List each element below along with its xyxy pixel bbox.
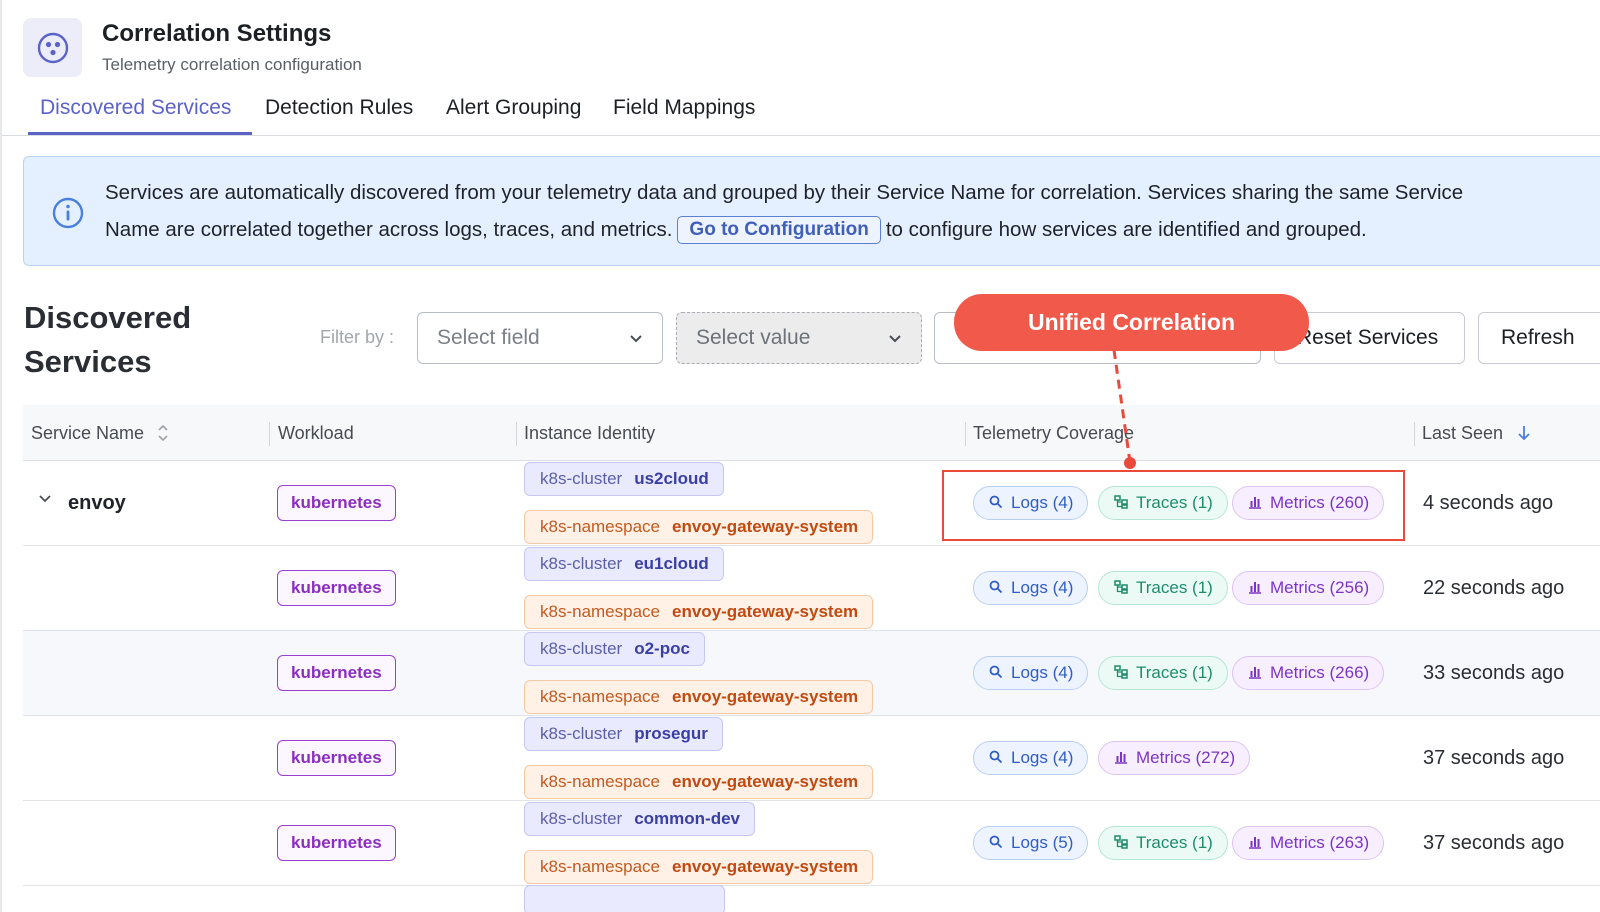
last-seen-value: 4 seconds ago	[1423, 492, 1554, 514]
tab-field-mappings[interactable]: Field Mappings	[613, 96, 755, 120]
info-banner: Services are automatically discovered fr…	[23, 156, 1600, 266]
last-seen-value: 37 seconds ago	[1423, 747, 1565, 769]
column-divider	[1414, 422, 1415, 446]
go-to-configuration-button[interactable]: Go to Configuration	[677, 216, 881, 244]
logs-chip[interactable]: Logs (4)	[973, 571, 1089, 605]
search-icon	[989, 750, 1003, 764]
info-icon	[51, 196, 85, 235]
page-title: Correlation Settings	[102, 20, 332, 47]
banner-text-before: Name are correlated together across logs…	[105, 218, 673, 241]
page: Correlation Settings Telemetry correlati…	[0, 0, 1600, 912]
sort-descending-icon	[1518, 426, 1530, 441]
chevron-down-icon[interactable]	[37, 491, 53, 507]
tab-alert-grouping[interactable]: Alert Grouping	[446, 96, 581, 120]
chevron-down-icon	[630, 335, 642, 343]
select-field-dropdown[interactable]: Select field	[417, 312, 663, 364]
last-seen-value: 22 seconds ago	[1423, 577, 1565, 599]
active-tab-indicator	[28, 132, 252, 135]
cluster-tag: k8s-cluster prosegur	[524, 717, 723, 751]
table-row[interactable]: kubernetes k8s-cluster eu1cloud k8s-names…	[23, 546, 1600, 631]
select-value-placeholder: Select value	[696, 326, 811, 349]
section-title: Discovered Services	[24, 300, 192, 379]
correlation-icon	[23, 18, 82, 77]
tab-detection-rules[interactable]: Detection Rules	[265, 96, 413, 120]
metrics-chip[interactable]: Metrics (266)	[1232, 656, 1385, 690]
column-header-service-name[interactable]: Service Name	[31, 423, 169, 444]
traces-icon	[1114, 835, 1128, 849]
traces-chip[interactable]: Traces (1)	[1098, 826, 1228, 860]
last-seen-value: 37 seconds ago	[1423, 832, 1565, 854]
tab-bar: Discovered Services Detection Rules Aler…	[2, 92, 1600, 136]
column-header-telemetry-coverage: Telemetry Coverage	[973, 423, 1135, 443]
traces-chip[interactable]: Traces (1)	[1098, 571, 1228, 605]
search-icon	[989, 665, 1003, 679]
banner-text-after: to configure how services are identified…	[885, 218, 1367, 241]
column-header-instance-identity: Instance Identity	[524, 423, 656, 443]
column-divider	[269, 422, 270, 446]
column-header-workload: Workload	[278, 423, 354, 443]
workload-badge: kubernetes	[277, 485, 396, 521]
workload-badge: kubernetes	[277, 740, 396, 776]
table-header: Service Name Workload Instance Identity …	[23, 405, 1600, 461]
select-value-dropdown[interactable]: Select value	[676, 312, 922, 364]
cluster-tag: k8s-cluster o2-poc	[524, 632, 705, 666]
cluster-tag: k8s-cluster common-dev	[524, 802, 755, 836]
namespace-tag: k8s-namespace envoy-gateway-system	[524, 510, 874, 544]
refresh-button[interactable]: Refresh	[1478, 312, 1600, 364]
metrics-chip[interactable]: Metrics (256)	[1232, 571, 1385, 605]
telemetry-coverage-highlight	[942, 470, 1405, 541]
namespace-tag: k8s-namespace envoy-gateway-system	[524, 680, 874, 714]
traces-chip[interactable]: Traces (1)	[1098, 656, 1228, 690]
table-row[interactable]: kubernetes k8s-cluster common-dev k8s-nam…	[23, 801, 1600, 886]
chevron-down-icon	[889, 335, 901, 343]
workload-badge: kubernetes	[277, 825, 396, 861]
select-field-placeholder: Select field	[437, 326, 540, 349]
metrics-chip[interactable]: Metrics (272)	[1098, 741, 1251, 775]
banner-text-line-2: Name are correlated together across logs…	[105, 216, 1367, 244]
namespace-tag: k8s-namespace envoy-gateway-system	[524, 850, 874, 884]
traces-icon	[1114, 580, 1128, 594]
last-seen-value: 33 seconds ago	[1423, 662, 1565, 684]
cluster-tag: k8s-cluster us2cloud	[524, 462, 724, 496]
bar-chart-icon	[1249, 667, 1261, 679]
cluster-tag: k8s-cluster eu1cloud	[524, 547, 724, 581]
column-divider	[965, 422, 966, 446]
tab-discovered-services[interactable]: Discovered Services	[40, 96, 231, 120]
search-icon	[989, 835, 1003, 849]
table-row[interactable]: kubernetes k8s-cluster o2-poc k8s-namespa…	[23, 631, 1600, 716]
table-row[interactable]: kubernetes k8s-cluster prosegur k8s-names…	[23, 716, 1600, 801]
metrics-chip[interactable]: Metrics (263)	[1232, 826, 1385, 860]
filter-label: Filter by :	[320, 327, 395, 347]
banner-text-line-1: Services are automatically discovered fr…	[105, 181, 1464, 204]
unified-correlation-callout: Unified Correlation	[954, 294, 1309, 351]
namespace-tag: k8s-namespace envoy-gateway-system	[524, 765, 874, 799]
page-subtitle: Telemetry correlation configuration	[102, 55, 362, 74]
workload-badge: kubernetes	[277, 570, 396, 606]
cluster-tag-partial	[524, 885, 725, 912]
namespace-tag: k8s-namespace envoy-gateway-system	[524, 595, 874, 629]
traces-icon	[1114, 665, 1128, 679]
column-header-last-seen[interactable]: Last Seen	[1422, 423, 1532, 444]
bar-chart-icon	[1115, 752, 1127, 764]
bar-chart-icon	[1249, 582, 1261, 594]
workload-badge: kubernetes	[277, 655, 396, 691]
service-name: envoy	[68, 492, 126, 514]
logs-chip[interactable]: Logs (4)	[973, 741, 1089, 775]
logs-chip[interactable]: Logs (5)	[973, 826, 1089, 860]
logs-chip[interactable]: Logs (4)	[973, 656, 1089, 690]
bar-chart-icon	[1249, 837, 1261, 849]
column-divider	[516, 422, 517, 446]
sort-icon	[158, 424, 168, 442]
search-icon	[989, 580, 1003, 594]
